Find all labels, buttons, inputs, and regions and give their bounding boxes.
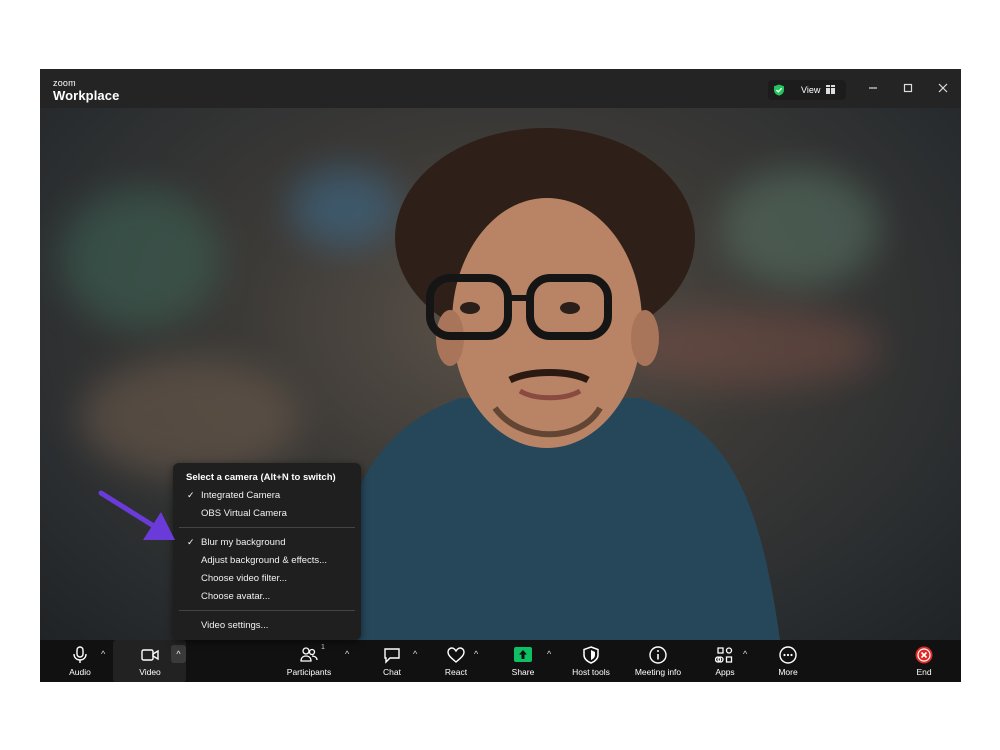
shield-icon bbox=[583, 646, 599, 664]
menu-item-adjust-background[interactable]: Adjust background & effects... bbox=[201, 555, 327, 566]
menu-item-blur-background[interactable]: Blur my background bbox=[201, 537, 285, 548]
chat-button[interactable]: Chat bbox=[374, 640, 410, 682]
shield-check-icon bbox=[774, 84, 784, 96]
app-logo: zoom Workplace bbox=[53, 78, 120, 103]
chat-options-caret[interactable]: ^ bbox=[413, 649, 417, 659]
video-options-menu: Select a camera (Alt+N to switch) ✓ Inte… bbox=[173, 463, 361, 640]
video-label: Video bbox=[139, 667, 161, 677]
participants-options-caret[interactable]: ^ bbox=[345, 649, 349, 659]
participants-button[interactable]: Participants bbox=[280, 640, 338, 682]
minimize-icon[interactable] bbox=[866, 81, 880, 95]
view-button[interactable]: View bbox=[768, 80, 846, 100]
end-x-icon bbox=[915, 646, 933, 664]
share-label: Share bbox=[511, 667, 535, 677]
chat-label: Chat bbox=[383, 667, 401, 677]
meeting-info-button[interactable]: Meeting info bbox=[630, 640, 686, 682]
maximize-icon[interactable] bbox=[901, 81, 915, 95]
share-button[interactable]: Share bbox=[505, 640, 541, 682]
video-options-caret[interactable]: ^ bbox=[171, 645, 186, 663]
share-screen-icon bbox=[514, 647, 532, 662]
audio-label: Audio bbox=[69, 667, 91, 677]
heart-icon bbox=[447, 647, 465, 663]
more-button[interactable]: More bbox=[770, 640, 806, 682]
menu-item-choose-avatar[interactable]: Choose avatar... bbox=[201, 591, 270, 602]
more-label: More bbox=[778, 667, 798, 677]
info-icon bbox=[649, 646, 667, 664]
more-dots-icon bbox=[779, 646, 797, 664]
close-icon[interactable] bbox=[936, 81, 950, 95]
check-icon: ✓ bbox=[187, 537, 195, 547]
end-label: End bbox=[916, 667, 932, 677]
menu-divider bbox=[179, 610, 355, 611]
apps-label: Apps bbox=[715, 667, 735, 677]
audio-button[interactable]: Audio bbox=[60, 640, 100, 682]
host-tools-label: Host tools bbox=[572, 667, 610, 677]
apps-icon bbox=[715, 647, 733, 663]
logo-big-text: Workplace bbox=[53, 88, 120, 103]
host-tools-button[interactable]: Host tools bbox=[568, 640, 614, 682]
apps-button[interactable]: Apps bbox=[707, 640, 743, 682]
title-bar: zoom Workplace View bbox=[40, 69, 961, 108]
annotation-arrow-icon bbox=[98, 490, 175, 540]
menu-item-video-settings[interactable]: Video settings... bbox=[201, 620, 268, 631]
view-label: View bbox=[801, 85, 821, 95]
react-options-caret[interactable]: ^ bbox=[474, 649, 478, 659]
video-camera-icon bbox=[141, 649, 159, 661]
meeting-toolbar: Audio ^ Video ^ Participants 1 ^ Chat ^ … bbox=[40, 640, 961, 682]
menu-item-obs-virtual-camera[interactable]: OBS Virtual Camera bbox=[201, 508, 287, 519]
grid-icon bbox=[826, 85, 835, 94]
react-label: React bbox=[444, 667, 468, 677]
meeting-info-label: Meeting info bbox=[634, 667, 682, 677]
end-meeting-button[interactable]: End bbox=[906, 640, 942, 682]
video-button[interactable]: Video bbox=[130, 640, 170, 682]
react-button[interactable]: React bbox=[438, 640, 474, 682]
participants-icon bbox=[300, 647, 318, 662]
chat-bubble-icon bbox=[384, 648, 400, 664]
participants-count: 1 bbox=[321, 644, 325, 651]
menu-item-integrated-camera[interactable]: Integrated Camera bbox=[201, 490, 280, 501]
menu-header: Select a camera (Alt+N to switch) bbox=[186, 472, 336, 483]
logo-small-text: zoom bbox=[53, 78, 76, 88]
microphone-icon bbox=[73, 646, 87, 663]
menu-divider bbox=[179, 527, 355, 528]
check-icon: ✓ bbox=[187, 490, 195, 500]
apps-options-caret[interactable]: ^ bbox=[743, 649, 747, 659]
share-options-caret[interactable]: ^ bbox=[547, 649, 551, 659]
participants-label: Participants bbox=[286, 667, 332, 677]
menu-item-video-filter[interactable]: Choose video filter... bbox=[201, 573, 287, 584]
audio-options-caret[interactable]: ^ bbox=[101, 649, 105, 659]
